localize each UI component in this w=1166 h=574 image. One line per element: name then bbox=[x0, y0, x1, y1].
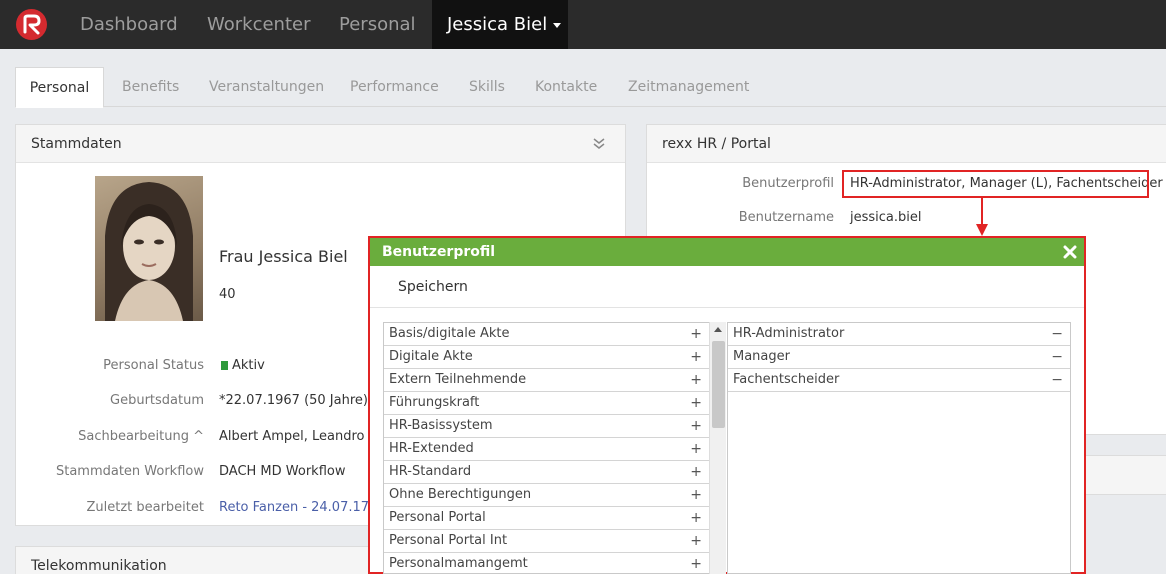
modal-toolbar: Speichern bbox=[370, 266, 1084, 308]
list-item-label: Personal Portal bbox=[389, 510, 486, 525]
nav-workcenter[interactable]: Workcenter bbox=[207, 0, 311, 49]
caret-down-icon bbox=[553, 22, 562, 28]
value-benutzername: jessica.biel bbox=[850, 210, 922, 225]
scroll-thumb[interactable] bbox=[712, 341, 725, 428]
list-item-label: Extern Teilnehmende bbox=[389, 372, 527, 387]
list-item[interactable]: Personal Portal Int + bbox=[384, 530, 709, 553]
label-sachbearbeitung[interactable]: Sachbearbeitung ^ bbox=[40, 429, 204, 444]
portal-header: rexx HR / Portal bbox=[647, 125, 1166, 163]
label-stammdaten-workflow: Stammdaten Workflow bbox=[55, 464, 204, 479]
available-profiles-list: Basis/digitale Akte + Digitale Akte + Exte… bbox=[383, 322, 710, 574]
list-item[interactable]: HR-Standard + bbox=[384, 461, 709, 484]
add-icon[interactable]: + bbox=[690, 530, 702, 552]
value-personal-status: Aktiv bbox=[221, 358, 265, 373]
tab-kontakte[interactable]: Kontakte bbox=[535, 67, 597, 107]
value-geburtsdatum: *22.07.1967 (50 Jahre) bbox=[219, 393, 368, 408]
tab-skills[interactable]: Skills bbox=[469, 67, 505, 107]
list-item-label: HR-Basissystem bbox=[389, 418, 493, 433]
list-item[interactable]: Personal Portal + bbox=[384, 507, 709, 530]
add-icon[interactable]: + bbox=[690, 346, 702, 368]
list-item-label: Fachentscheider bbox=[733, 372, 840, 387]
list-item[interactable]: Manager − bbox=[728, 346, 1070, 369]
status-text: Aktiv bbox=[232, 358, 265, 373]
benutzerprofil-highlight-box bbox=[842, 170, 1149, 198]
selected-profiles-list: HR-Administrator − Manager − Fachentscheid… bbox=[727, 322, 1071, 574]
list-item-label: HR-Extended bbox=[389, 441, 474, 456]
add-icon[interactable]: + bbox=[690, 461, 702, 483]
tab-benefits[interactable]: Benefits bbox=[122, 67, 179, 107]
value-zuletzt-bearbeitet-link[interactable]: Reto Fanzen - 24.07.17 1 bbox=[219, 500, 381, 515]
list-item-label: Digitale Akte bbox=[389, 349, 473, 364]
top-navbar: Dashboard Workcenter Personal Jessica Bi… bbox=[0, 0, 1166, 49]
stammdaten-title: Stammdaten bbox=[31, 136, 122, 152]
tab-bar: Personal Benefits Veranstaltungen Perfor… bbox=[15, 67, 1166, 108]
annotation-arrow-line bbox=[981, 198, 983, 225]
add-icon[interactable]: + bbox=[690, 553, 702, 573]
add-icon[interactable]: + bbox=[690, 484, 702, 506]
list-item-label: Personal Portal Int bbox=[389, 533, 508, 548]
label-personal-status: Personal Status bbox=[103, 358, 204, 373]
tab-personal[interactable]: Personal bbox=[15, 67, 104, 108]
nav-user-name: Jessica Biel bbox=[447, 14, 548, 35]
tab-zeitmanagement[interactable]: Zeitmanagement bbox=[628, 67, 749, 107]
label-geburtsdatum: Geburtsdatum bbox=[110, 393, 204, 408]
nav-user-menu[interactable]: Jessica Biel bbox=[432, 0, 568, 49]
list-item[interactable]: Ohne Berechtigungen + bbox=[384, 484, 709, 507]
tab-performance[interactable]: Performance bbox=[350, 67, 439, 107]
tab-veranstaltungen[interactable]: Veranstaltungen bbox=[209, 67, 324, 107]
add-icon[interactable]: + bbox=[690, 323, 702, 345]
collapse-chevrons-icon[interactable] bbox=[593, 138, 605, 150]
available-list-scrollbar[interactable] bbox=[709, 322, 726, 574]
list-item[interactable]: Führungskraft + bbox=[384, 392, 709, 415]
status-active-icon bbox=[221, 361, 228, 370]
remove-icon[interactable]: − bbox=[1051, 346, 1063, 368]
portal-title: rexx HR / Portal bbox=[662, 136, 771, 152]
list-item[interactable]: HR-Extended + bbox=[384, 438, 709, 461]
modal-title: Benutzerprofil bbox=[382, 244, 496, 260]
add-icon[interactable]: + bbox=[690, 369, 702, 391]
list-item-label: Manager bbox=[733, 349, 790, 364]
value-stammdaten-workflow: DACH MD Workflow bbox=[219, 464, 346, 479]
telekom-title: Telekommunikation bbox=[31, 558, 167, 574]
list-item-label: Führungskraft bbox=[389, 395, 480, 410]
modal-header: Benutzerprofil bbox=[370, 238, 1084, 266]
stammdaten-header: Stammdaten bbox=[16, 125, 625, 163]
list-item-label: Personalmamangemt bbox=[389, 556, 528, 571]
label-zuletzt-bearbeitet: Zuletzt bearbeitet bbox=[86, 500, 204, 515]
value-sachbearbeitung: Albert Ampel, Leandro A bbox=[219, 429, 378, 444]
profile-photo bbox=[95, 176, 203, 321]
list-item-label: Ohne Berechtigungen bbox=[389, 487, 532, 502]
list-item[interactable]: Digitale Akte + bbox=[384, 346, 709, 369]
list-item[interactable]: HR-Basissystem + bbox=[384, 415, 709, 438]
list-item-label: HR-Standard bbox=[389, 464, 472, 479]
rexx-logo-icon[interactable] bbox=[16, 9, 47, 40]
label-benutzername: Benutzername bbox=[738, 210, 834, 225]
annotation-arrow-head-icon bbox=[976, 224, 988, 236]
add-icon[interactable]: + bbox=[690, 392, 702, 414]
save-button[interactable]: Speichern bbox=[398, 266, 468, 308]
scroll-up-icon[interactable] bbox=[714, 327, 722, 332]
list-item[interactable]: Basis/digitale Akte + bbox=[384, 323, 709, 346]
close-icon[interactable] bbox=[1062, 244, 1078, 260]
person-number: 40 bbox=[219, 287, 236, 302]
remove-icon[interactable]: − bbox=[1051, 369, 1063, 391]
label-benutzerprofil: Benutzerprofil bbox=[742, 176, 834, 191]
person-name: Frau Jessica Biel bbox=[219, 247, 348, 266]
list-item[interactable]: HR-Administrator − bbox=[728, 323, 1070, 346]
nav-personal[interactable]: Personal bbox=[339, 0, 416, 49]
list-item-label: Basis/digitale Akte bbox=[389, 326, 510, 341]
remove-icon[interactable]: − bbox=[1051, 323, 1063, 345]
list-item[interactable]: Extern Teilnehmende + bbox=[384, 369, 709, 392]
nav-dashboard[interactable]: Dashboard bbox=[80, 0, 178, 49]
add-icon[interactable]: + bbox=[690, 438, 702, 460]
list-item[interactable]: Fachentscheider − bbox=[728, 369, 1070, 392]
add-icon[interactable]: + bbox=[690, 507, 702, 529]
add-icon[interactable]: + bbox=[690, 415, 702, 437]
list-item-label: HR-Administrator bbox=[733, 326, 845, 341]
list-item[interactable]: Personalmamangemt + bbox=[384, 553, 709, 573]
